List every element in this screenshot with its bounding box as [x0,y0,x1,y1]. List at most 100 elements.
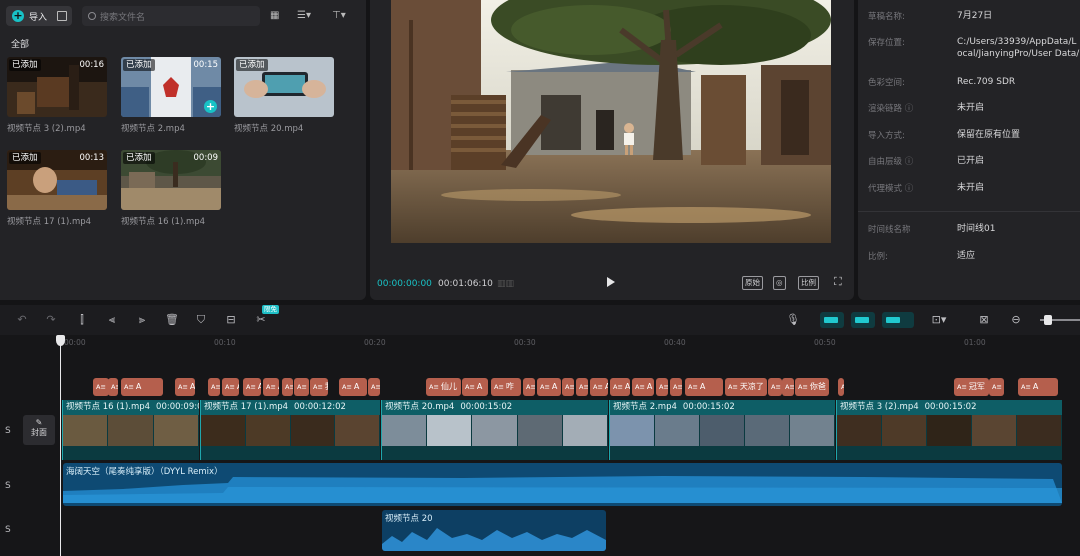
cover-button[interactable]: ✎ 封面 [23,415,55,445]
audio-clip[interactable]: 视频节点 20 [382,510,606,551]
text-clip[interactable]: A≡A [339,378,367,396]
text-clip[interactable]: A≡ 你爸 [795,378,829,396]
text-clip[interactable]: A≡A [93,378,109,396]
grid-view-icon[interactable] [57,11,67,21]
media-item[interactable]: 已添加 00:15 + 视频节点 2.mp4 [121,57,221,134]
text-clip[interactable]: A≡ 天凉了 [725,378,767,396]
add-to-timeline-icon[interactable]: + [204,100,217,113]
zoom-slider-knob[interactable] [1044,315,1052,325]
trim-left-icon[interactable]: ⫷ [106,314,118,326]
text-clip[interactable]: A≡我 [310,378,328,396]
clip-header: 视频节点 3 (2).mp4 00:00:15:02 [837,400,1062,415]
text-clip[interactable]: A≡A [632,378,654,396]
text-clip[interactable]: A≡A [523,378,535,396]
main-track-magnet-toggle[interactable] [820,312,844,328]
text-clip[interactable]: A≡A [838,378,844,396]
text-clip[interactable]: A≡仙儿 [670,378,682,396]
text-clip-label: 天凉了 [739,382,764,391]
fullscreen-icon[interactable]: ⛶ [832,276,844,290]
marker-icon[interactable]: ⛉ [195,314,207,326]
microphone-icon[interactable]: 🎙 [786,314,800,326]
text-clip[interactable]: A≡A [1018,378,1058,396]
clip-header: 视频节点 17 (1).mp4 00:00:12:02 [201,400,380,415]
video-clip[interactable]: 视频节点 17 (1).mp4 00:00:12:02 [200,400,380,460]
media-item[interactable]: 已添加 00:16 视频节点 3 (2).mp4 [7,57,107,134]
text-clip[interactable]: A≡A [121,378,163,396]
text-clip-label: A [237,382,239,391]
sort-icon[interactable]: ☰▾ [297,9,311,23]
detail-key: 草稿名称: [868,12,905,22]
text-clip[interactable]: A≡A [656,378,668,396]
text-clip[interactable]: A≡A [368,378,380,396]
video-preview[interactable] [391,0,831,243]
timecode-grid-icon[interactable]: ▥▥ [497,279,514,289]
media-thumbnail: 已添加 00:09 [121,150,221,210]
text-clip[interactable]: A≡别 [294,378,309,396]
playhead[interactable] [60,335,61,556]
media-item[interactable]: 已添加 视频节点 20.mp4 [234,57,334,134]
text-clip[interactable]: A≡A [989,378,1004,396]
track-label: S [5,481,11,491]
media-item[interactable]: 已添加 00:09 视频节点 16 (1).mp4 [121,150,221,227]
media-item[interactable]: 已添加 00:13 视频节点 17 (1).mp4 [7,150,107,227]
zoom-out-icon[interactable]: ⊖ [1010,314,1022,326]
text-clip-label: A [699,382,706,391]
text-clip[interactable]: A≡A [576,378,588,396]
text-clip[interactable]: A≡A [175,378,195,396]
text-clip[interactable]: A≡A [243,378,261,396]
playhead-handle[interactable] [56,335,65,346]
ratio-button[interactable]: 比例 [798,276,819,290]
zoom-fit-icon[interactable]: ⊠ [978,314,990,326]
text-clip[interactable]: A≡A [537,378,561,396]
section-all-label: 全部 [11,40,30,50]
search-placeholder: 搜索文件名 [100,12,146,23]
auto-snap-toggle[interactable] [851,312,875,328]
focus-icon[interactable]: ◎ [773,276,786,290]
preview-axis-icon[interactable]: ⊡▾ [925,314,953,326]
text-clip[interactable]: A≡仙儿 [426,378,461,396]
video-clip[interactable]: 视频节点 3 (2).mp4 00:00:15:02 [836,400,1062,460]
original-view-button[interactable]: 原始 [742,276,763,290]
import-label: 导入 [29,12,48,23]
split-icon[interactable]: ⫿ [76,314,88,326]
filter-icon[interactable]: ⊤▾ [332,9,346,23]
text-icon: A≡ [673,383,682,391]
linkage-toggle[interactable] [882,312,914,328]
text-clip[interactable]: A≡A [768,378,782,396]
text-clip[interactable]: A≡A [782,378,794,396]
text-clip[interactable]: A≡A [263,378,279,396]
text-clip[interactable]: A≡A [590,378,608,396]
redo-icon[interactable]: ↷ [45,314,57,326]
text-clip[interactable]: A≡A [562,378,574,396]
text-clip[interactable]: A≡A [282,378,293,396]
detail-value: 已开启 [957,156,985,166]
text-clip[interactable]: A≡ 咋 [491,378,521,396]
smart-cut-icon[interactable]: ✂ [255,314,267,326]
text-clip[interactable]: A≡A [610,378,630,396]
text-clip[interactable]: A≡A [685,378,723,396]
video-clip[interactable]: 视频节点 16 (1).mp4 00:00:09:02 [62,400,199,460]
media-name: 视频节点 3 (2).mp4 [7,124,86,134]
clip-duration: 00:00:15:02 [924,402,977,412]
clip-name: 视频节点 16 (1).mp4 [66,402,151,412]
video-clip[interactable]: 视频节点 20.mp4 00:00:15:02 [381,400,608,460]
trim-right-icon[interactable]: ⫸ [136,314,148,326]
caption-icon[interactable]: ⊟ [225,314,237,326]
undo-icon[interactable]: ↶ [16,314,28,326]
play-button[interactable] [607,277,615,287]
text-clip[interactable]: A≡大笨也 [108,378,118,396]
delete-icon[interactable]: 🗑 [165,314,179,326]
zoom-slider[interactable] [1040,315,1080,325]
audio-clip-name: 视频节点 20 [385,514,433,524]
text-clip[interactable]: A≡ 冠军 [954,378,989,396]
search-input[interactable]: 搜索文件名 [82,6,260,26]
text-clip[interactable]: A≡A [462,378,488,396]
audio-clip[interactable]: 海阔天空（尾奏纯享版）（DYYL Remix） [63,463,1062,506]
detail-key: 导入方式: [868,131,905,141]
text-clip[interactable]: A≡A [208,378,220,396]
time-ruler[interactable]: 00:00 00:10 00:20 00:30 00:40 00:50 01:0… [0,335,1080,349]
text-clip-label: A [646,382,653,391]
text-clip[interactable]: A≡A [222,378,239,396]
thumbnail-view-icon[interactable]: ▦ [270,9,279,23]
video-clip[interactable]: 视频节点 2.mp4 00:00:15:02 [609,400,835,460]
